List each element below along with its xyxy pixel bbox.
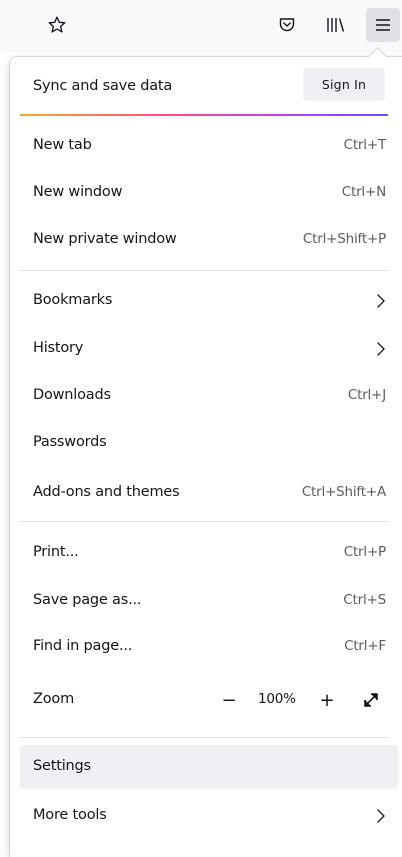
menu-item-save-page-as[interactable]: Save page as... Ctrl+S bbox=[20, 579, 398, 623]
menu-item-label: Add-ons and themes bbox=[33, 484, 180, 500]
menu-item-shortcut: Ctrl+P bbox=[343, 544, 386, 560]
menu-item-addons-and-themes[interactable]: Add-ons and themes Ctrl+Shift+A bbox=[20, 471, 398, 515]
chevron-right-icon bbox=[374, 292, 388, 314]
menu-item-label: Settings bbox=[33, 758, 91, 774]
menu-item-shortcut: Ctrl+Shift+P bbox=[302, 231, 386, 247]
menu-item-new-private-window[interactable]: New private window Ctrl+Shift+P bbox=[20, 218, 398, 262]
menu-item-more-tools[interactable]: More tools bbox=[20, 794, 398, 838]
zoom-level: 100% bbox=[258, 691, 296, 707]
menu-item-label: Print... bbox=[33, 544, 79, 560]
sync-row: Sync and save data Sign In bbox=[20, 62, 400, 114]
menu-item-history[interactable]: History bbox=[20, 327, 398, 371]
menu-item-shortcut: Ctrl+F bbox=[344, 638, 386, 654]
menu-item-print[interactable]: Print... Ctrl+P bbox=[20, 531, 398, 575]
menu-item-shortcut: Ctrl+Shift+A bbox=[301, 484, 386, 500]
menu-item-shortcut: Ctrl+J bbox=[347, 387, 386, 403]
chevron-right-icon bbox=[374, 340, 388, 362]
menu-item-bookmarks[interactable]: Bookmarks bbox=[20, 279, 398, 323]
menu-item-passwords[interactable]: Passwords bbox=[20, 421, 398, 465]
menu-item-shortcut: Ctrl+N bbox=[341, 184, 386, 200]
chevron-right-icon bbox=[374, 807, 388, 829]
menu-item-label: Find in page... bbox=[33, 638, 133, 654]
library-icon[interactable] bbox=[318, 8, 352, 42]
menu-item-shortcut: Ctrl+T bbox=[343, 137, 387, 153]
menu-item-new-tab[interactable]: New tab Ctrl+T bbox=[20, 124, 398, 168]
menu-item-label: New window bbox=[33, 184, 123, 200]
menu-item-label: Passwords bbox=[33, 434, 107, 450]
browser-toolbar bbox=[0, 0, 402, 52]
menu-item-new-window[interactable]: New window Ctrl+N bbox=[20, 171, 398, 215]
menu-item-label: Downloads bbox=[33, 387, 111, 403]
menu-item-shortcut: Ctrl+S bbox=[343, 592, 386, 608]
menu-separator bbox=[20, 270, 388, 271]
menu-item-label: History bbox=[33, 340, 84, 356]
menu-item-label: Bookmarks bbox=[33, 292, 113, 308]
menu-separator bbox=[20, 737, 388, 738]
menu-item-label: New tab bbox=[33, 137, 92, 153]
menu-item-label: New private window bbox=[33, 231, 177, 247]
sign-in-button[interactable]: Sign In bbox=[303, 68, 385, 101]
account-gradient-divider bbox=[20, 114, 388, 116]
menu-item-label: More tools bbox=[33, 807, 107, 823]
menu-item-zoom: Zoom − 100% + bbox=[20, 678, 398, 722]
menu-item-find-in-page[interactable]: Find in page... Ctrl+F bbox=[20, 625, 398, 669]
sync-label: Sync and save data bbox=[33, 78, 173, 94]
pocket-icon[interactable] bbox=[270, 8, 304, 42]
menu-separator bbox=[20, 521, 388, 522]
zoom-in-button[interactable]: + bbox=[316, 689, 338, 711]
menu-item-downloads[interactable]: Downloads Ctrl+J bbox=[20, 374, 398, 418]
star-icon[interactable] bbox=[40, 8, 74, 42]
hamburger-menu-icon[interactable] bbox=[366, 8, 400, 42]
fullscreen-icon[interactable] bbox=[360, 689, 382, 711]
menu-item-settings[interactable]: Settings bbox=[20, 745, 398, 789]
zoom-label: Zoom bbox=[33, 691, 75, 707]
menu-item-label: Save page as... bbox=[33, 592, 142, 608]
zoom-out-button[interactable]: − bbox=[218, 689, 240, 711]
